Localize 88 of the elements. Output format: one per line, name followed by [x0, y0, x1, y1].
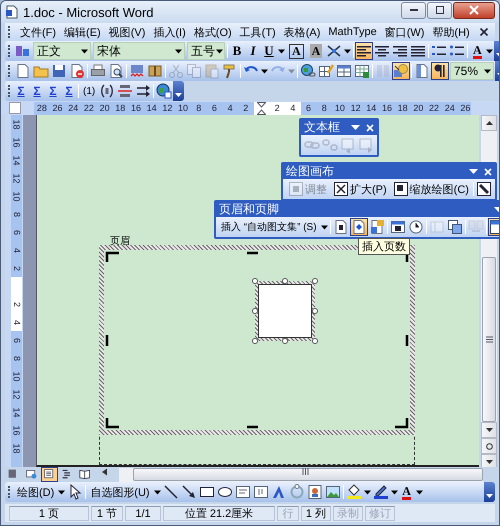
menu-item[interactable]: 工具(T) — [236, 24, 280, 40]
ruler-number: 14 — [12, 407, 21, 417]
ruler-number: 8 — [196, 104, 202, 112]
font-color-button[interactable]: A — [398, 483, 415, 501]
ruler-number: 16 — [130, 104, 141, 112]
ruler-number: 2 — [12, 266, 21, 270]
status-field: 位置 21.2厘米 — [163, 506, 275, 520]
bold-button[interactable]: B — [229, 42, 245, 60]
ruler-number: 16 — [12, 425, 21, 435]
window-title: 1.doc - Microsoft Word — [23, 4, 155, 20]
menu-item[interactable]: 格式(O) — [190, 24, 236, 40]
ruler-number: 2 — [274, 104, 280, 112]
ruler-number: 22 — [429, 104, 440, 112]
toolbar-title: 绘图画布 — [286, 163, 334, 180]
style-dropdown[interactable]: 正文 — [33, 42, 91, 60]
ruler-number: 2 — [12, 302, 21, 306]
ruler-number: 10 — [12, 191, 21, 201]
ruler-number: 14 — [146, 104, 157, 112]
status-field: 录制 — [333, 506, 363, 520]
tooltip: 插入页数 — [358, 238, 410, 255]
ruler-number: 10 — [334, 104, 345, 112]
expand-button[interactable]: 扩大(P) — [330, 180, 390, 198]
sum-button[interactable]: Σ — [29, 82, 45, 100]
ruler-number: 4 — [290, 104, 296, 112]
ruler-number: 6 — [12, 338, 21, 342]
status-field: 1 页 — [9, 506, 89, 520]
menu-item[interactable]: 视图(V) — [104, 24, 150, 40]
equation-number-button[interactable]: (1) — [80, 82, 98, 100]
font-size-dropdown[interactable]: 五号 — [187, 42, 225, 60]
horizontal-ruler[interactable]: 28 26 24 22 20 18 16 14 12 10 8 6 4 2 2 4 6 8 10 12 14 16 18 20 22 24 26 — [34, 102, 471, 114]
ruler-number: 12 — [12, 173, 21, 183]
zoom-dropdown[interactable]: 75% — [450, 62, 494, 80]
ruler-number: 26 — [460, 104, 470, 112]
ruler-number: 8 — [12, 212, 21, 216]
ruler-number: 8 — [12, 356, 21, 360]
sum-button[interactable]: Σ — [61, 82, 77, 100]
ruler-number: 6 — [12, 230, 21, 234]
header-label: 页眉 — [110, 237, 131, 245]
ruler-number: 4 — [228, 104, 233, 112]
underline-button[interactable]: U — [261, 42, 277, 60]
ruler-number: 18 — [115, 104, 126, 112]
italic-button[interactable]: I — [245, 42, 261, 60]
menu-button[interactable]: 自选图形(U) — [87, 483, 153, 501]
status-field: 1 列 — [301, 506, 331, 520]
ruler-number: 28 — [36, 104, 47, 112]
ruler-number: 6 — [306, 104, 312, 112]
ruler-number: 12 — [12, 389, 21, 399]
ruler-number: 24 — [444, 104, 455, 112]
menu-item[interactable]: 窗口(W) — [380, 24, 428, 40]
ruler-number: 12 — [162, 104, 172, 112]
sum-button[interactable]: Σ — [13, 82, 29, 100]
menu-item[interactable]: 编辑(E) — [60, 24, 105, 40]
toolbar-title: 页眉和页脚 — [219, 201, 279, 218]
menu-button[interactable]: 绘图(D) — [14, 483, 58, 501]
ruler-number: 18 — [12, 443, 21, 453]
status-field: 1/1 — [125, 506, 161, 520]
ruler-number: 16 — [12, 137, 21, 147]
scale-button[interactable]: 缩放绘图(C) — [390, 180, 472, 198]
ruler-number: 18 — [12, 119, 21, 129]
menu-item[interactable]: 文件(F) — [16, 24, 60, 40]
ruler-number: 8 — [322, 104, 327, 112]
ruler-number: 22 — [84, 104, 94, 112]
ruler-number: 26 — [52, 104, 63, 112]
ruler-number: 10 — [12, 371, 21, 381]
status-field: 修订 — [365, 506, 395, 520]
ruler-number: 14 — [366, 104, 376, 112]
status-field: 1 节 — [91, 506, 123, 520]
font-dropdown[interactable]: 宋体 — [93, 42, 185, 60]
menu-item[interactable]: MathType — [324, 25, 381, 39]
ruler-number: 4 — [12, 320, 21, 324]
menu-item[interactable]: 表格(A) — [280, 24, 324, 40]
ruler-number: 16 — [382, 104, 392, 112]
ruler-number: 10 — [178, 104, 188, 112]
ruler-number: 20 — [100, 104, 110, 112]
ruler-number: 2 — [243, 104, 248, 112]
sum-button[interactable]: Σ — [45, 82, 61, 100]
toolbar-title: 文本框 — [304, 119, 340, 136]
ruler-number: 20 — [413, 104, 424, 112]
ruler-number: 12 — [350, 104, 361, 112]
ruler-number: 4 — [12, 248, 21, 252]
ruler-number: 6 — [212, 104, 217, 112]
ruler-number: 18 — [398, 104, 408, 112]
status-field: 行 — [277, 506, 299, 520]
ruler-number: 14 — [12, 155, 21, 165]
ruler-number: 24 — [68, 104, 78, 112]
menu-item[interactable]: 插入(I) — [149, 24, 190, 40]
menu-item[interactable]: 帮助(H) — [428, 24, 474, 40]
vertical-ruler[interactable]: 18 16 14 12 10 8 6 4 2 2 4 6 8 10 12 14 16 18 — [11, 115, 22, 467]
